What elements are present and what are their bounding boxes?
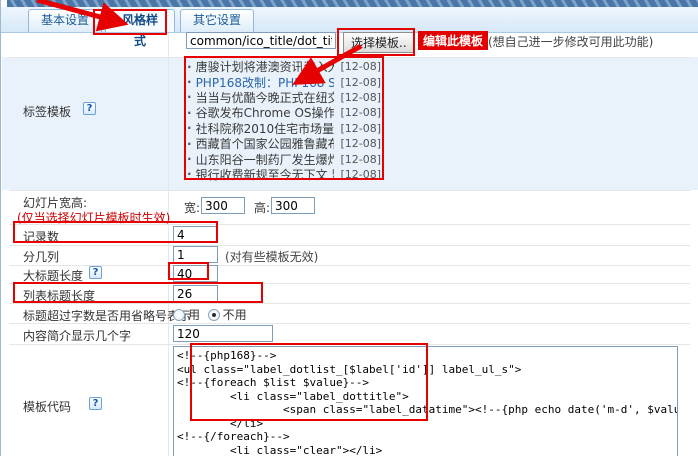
template-code-label: 模板代码 <box>23 398 71 415</box>
edit-template-hint: (想自己进一步修改可用此功能) <box>488 33 653 50</box>
list-item[interactable]: · 社科院称2010住宅市场量价齐升 调 [12-08] <box>187 121 381 136</box>
slide-size-note: (仅当选择幻灯片模板时生效) <box>17 209 170 226</box>
news-date: [12-08] <box>340 168 381 181</box>
news-date: [12-08] <box>340 137 381 150</box>
label-settings-panel: 基本设置 风格样式 其它设置 选择模板.. 编辑此模板 (想自己进一步修改可用此… <box>0 0 698 456</box>
row-separator <box>9 303 690 304</box>
news-date: [12-08] <box>340 91 381 104</box>
list-item[interactable]: · PHP168改制：PHP168 S系列与V系 [12-08] <box>187 74 381 89</box>
tab-style-settings[interactable]: 风格样式 <box>105 9 175 32</box>
list-item[interactable]: · 山东阳谷一制药厂发生爆炸 已有7 [12-08] <box>187 151 381 166</box>
columns-input[interactable] <box>173 246 218 263</box>
news-title[interactable]: 唐骏计划将港澳资讯装入大华建设 <box>196 59 335 74</box>
template-preview-list: · 唐骏计划将港澳资讯装入大华建设 [12-08] · PHP168改制：PHP… <box>187 59 381 182</box>
row-separator <box>9 245 690 246</box>
bullet-icon: · <box>187 75 192 89</box>
radio-use[interactable] <box>173 309 185 321</box>
list-item[interactable]: · 银行收费新规至今无下文 监管被指 [12-08] <box>187 167 381 182</box>
tab-other-settings[interactable]: 其它设置 <box>180 9 254 32</box>
row-separator <box>9 57 690 58</box>
slide-width-input[interactable] <box>201 197 245 214</box>
big-title-length-input[interactable] <box>173 265 218 282</box>
height-label: 高: <box>254 199 270 216</box>
news-date: [12-08] <box>340 76 381 89</box>
window-title-bar <box>7 0 698 7</box>
help-icon[interactable]: ? <box>89 266 102 279</box>
big-title-length-label: 大标题长度 <box>23 267 83 284</box>
news-title[interactable]: 当当与优酷今晚正式在纽交所上市 <box>196 90 335 105</box>
record-count-label: 记录数 <box>23 228 59 245</box>
ellipsis-options: 用 不用 <box>173 306 247 323</box>
news-date: [12-08] <box>340 122 381 135</box>
template-code-textarea[interactable]: <!--{php168}--> <ul class="label_dotlist… <box>173 346 678 456</box>
label-template-label: 标签模板 <box>23 103 71 120</box>
news-date: [12-08] <box>340 153 381 166</box>
template-path-input[interactable] <box>186 32 336 49</box>
row-separator <box>9 344 690 345</box>
help-icon[interactable]: ? <box>83 102 96 115</box>
news-title[interactable]: PHP168改制：PHP168 S系列与V系 <box>196 74 335 89</box>
help-icon[interactable]: ? <box>89 397 102 410</box>
record-count-input[interactable] <box>173 226 218 243</box>
radio-no-use-label[interactable]: 不用 <box>223 308 247 322</box>
choose-template-button[interactable]: 选择模板.. <box>343 32 415 53</box>
bullet-icon: · <box>187 60 192 74</box>
news-title[interactable]: 社科院称2010住宅市场量价齐升 调 <box>196 121 335 136</box>
news-title[interactable]: 山东阳谷一制药厂发生爆炸 已有7 <box>196 151 335 166</box>
slide-height-input[interactable] <box>271 197 315 214</box>
bullet-icon: · <box>187 152 192 166</box>
news-title[interactable]: 西藏首个国家公园雅鲁藏布大峡谷 <box>196 136 335 151</box>
columns-label: 分几列 <box>23 248 59 265</box>
width-label: 宽: <box>184 199 200 216</box>
list-item[interactable]: · 当当与优酷今晚正式在纽交所上市 [12-08] <box>187 90 381 105</box>
row-separator <box>9 265 690 266</box>
radio-no-use[interactable] <box>208 309 220 321</box>
bullet-icon: · <box>187 121 192 135</box>
list-title-length-input[interactable] <box>173 285 218 302</box>
intro-length-input[interactable] <box>173 325 273 342</box>
bullet-icon: · <box>187 137 192 151</box>
bullet-icon: · <box>187 106 192 120</box>
ellipsis-label: 标题超过字数是否用省略号表示 <box>23 307 191 324</box>
row-separator <box>9 190 690 191</box>
list-item[interactable]: · 唐骏计划将港澳资讯装入大华建设 [12-08] <box>187 59 381 74</box>
bullet-icon: · <box>187 167 192 181</box>
radio-use-label[interactable]: 用 <box>188 308 200 322</box>
list-item[interactable]: · 西藏首个国家公园雅鲁藏布大峡谷 [12-08] <box>187 136 381 151</box>
intro-length-label: 内容简介显示几个字 <box>23 327 131 344</box>
news-title[interactable]: 谷歌发布Chrome OS操作系统和应用 <box>196 105 335 120</box>
row-separator <box>9 283 690 284</box>
tab-strip: 基本设置 风格样式 其它设置 <box>1 7 698 33</box>
tab-basic-settings[interactable]: 基本设置 <box>28 9 102 32</box>
edit-template-button[interactable]: 编辑此模板 <box>418 31 488 50</box>
news-date: [12-08] <box>340 106 381 119</box>
list-title-length-label: 列表标题长度 <box>23 287 95 304</box>
news-date: [12-08] <box>340 60 381 73</box>
list-item[interactable]: · 谷歌发布Chrome OS操作系统和应用 [12-08] <box>187 105 381 120</box>
bullet-icon: · <box>187 90 192 104</box>
news-title[interactable]: 银行收费新规至今无下文 监管被指 <box>196 167 335 182</box>
columns-hint: (对有些模板无效) <box>225 248 318 265</box>
